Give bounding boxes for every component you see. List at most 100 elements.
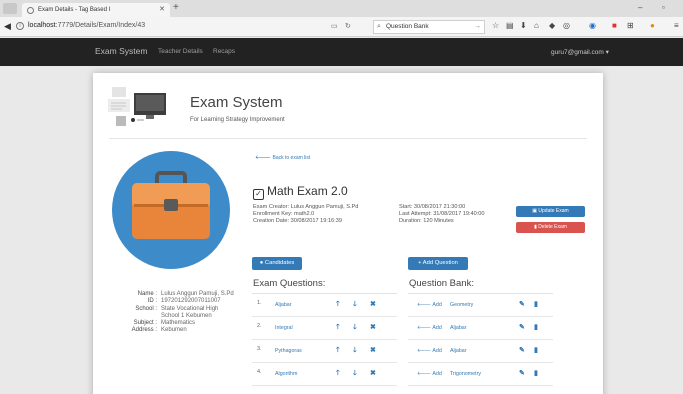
remove-icon[interactable]: ✖ bbox=[370, 369, 376, 377]
trash-icon[interactable]: ▮ bbox=[534, 369, 538, 377]
question-link[interactable]: Algorithm bbox=[275, 371, 297, 377]
extension-blue-icon[interactable]: ◉ bbox=[589, 21, 596, 30]
remove-icon[interactable]: ✖ bbox=[370, 323, 376, 331]
new-tab-icon[interactable]: + bbox=[173, 2, 179, 13]
edit-pencil-icon[interactable]: ✎ bbox=[519, 346, 525, 354]
exam-system-logo bbox=[108, 87, 166, 126]
site-info-icon[interactable]: i bbox=[16, 22, 24, 30]
question-link[interactable]: Pythagoras bbox=[275, 348, 302, 354]
url-field[interactable]: localhost:7779/Details/Exam/Index/43 bbox=[28, 22, 145, 29]
pocket-icon[interactable]: ◆ bbox=[549, 21, 555, 30]
question-bank-heading: Question Bank: bbox=[409, 278, 474, 289]
user-menu[interactable]: guru7@gmail.com ▾ bbox=[551, 48, 609, 56]
user-icon: ● bbox=[259, 260, 264, 266]
tab-close-icon[interactable]: ✕ bbox=[159, 3, 165, 17]
nav-link-recaps[interactable]: Recaps bbox=[213, 48, 235, 55]
exam-meta-right: Start: 30/08/2017 21:30:00 Last Attempt:… bbox=[399, 204, 485, 225]
extension-orange-icon[interactable]: ● bbox=[650, 21, 655, 30]
move-down-icon[interactable]: 🡓 bbox=[353, 346, 357, 357]
menu-icon[interactable]: ≡ bbox=[674, 21, 679, 30]
exam-title: ✓ Math Exam 2.0 bbox=[253, 184, 348, 200]
add-question-button[interactable]: + Add Question bbox=[408, 257, 468, 270]
download-icon[interactable]: ⬇ bbox=[520, 21, 527, 30]
list-item: 1. Aljabar 🡑 🡓 ✖ bbox=[252, 294, 397, 317]
list-item: 🡐 Add Aljabar ✎ ▮ bbox=[408, 317, 553, 340]
list-item: 4. Algorithm 🡑 🡓 ✖ bbox=[252, 363, 397, 386]
tab-title: Exam Details - Tag Based I bbox=[38, 7, 111, 13]
search-go-icon[interactable]: → bbox=[474, 21, 481, 33]
question-link[interactable]: Aljabar bbox=[275, 302, 292, 308]
question-link[interactable]: Integral bbox=[275, 325, 293, 331]
remove-icon[interactable]: ✖ bbox=[370, 300, 376, 308]
move-down-icon[interactable]: 🡓 bbox=[353, 323, 357, 334]
exam-meta-left: Exam Creator: Lulus Anggun Pamuji, S.Pd … bbox=[253, 204, 359, 225]
list-item: 2. Integral 🡑 🡓 ✖ bbox=[252, 317, 397, 340]
back-arrow-icon[interactable]: ◀ bbox=[4, 21, 11, 32]
remove-icon[interactable]: ✖ bbox=[370, 346, 376, 354]
tab-favicon-icon bbox=[27, 7, 34, 14]
add-to-exam-link[interactable]: 🡐 Add bbox=[417, 371, 442, 377]
list-item: 🡐 Add Trigonometry ✎ ▮ bbox=[408, 363, 553, 386]
bank-question-link[interactable]: Aljabar bbox=[450, 348, 467, 354]
browser-tab-bar: Exam Details - Tag Based I ✕ + – ▫ bbox=[0, 0, 683, 17]
back-to-exam-list-link[interactable]: 🡐 Back to exam list bbox=[255, 154, 310, 161]
edit-pencil-icon[interactable]: ✎ bbox=[519, 300, 525, 308]
edit-check-icon: ✓ bbox=[253, 189, 264, 200]
app-navbar: Exam System Teacher Details Recaps guru7… bbox=[0, 38, 683, 66]
extension-icon[interactable]: ◎ bbox=[563, 21, 570, 30]
edit-pencil-icon[interactable]: ✎ bbox=[519, 323, 525, 331]
move-up-icon[interactable]: 🡑 bbox=[336, 323, 340, 334]
exam-questions-heading: Exam Questions: bbox=[253, 278, 326, 289]
trash-icon[interactable]: ▮ bbox=[534, 323, 538, 331]
browser-menu-icon[interactable] bbox=[3, 3, 17, 14]
move-down-icon[interactable]: 🡓 bbox=[353, 300, 357, 311]
navbar-brand[interactable]: Exam System bbox=[95, 46, 147, 56]
exam-questions-list: 1. Aljabar 🡑 🡓 ✖ 2. Integral 🡑 🡓 ✖ 3. Py… bbox=[252, 293, 397, 394]
extension-red-icon[interactable]: ■ bbox=[612, 21, 617, 30]
trash-icon[interactable]: ▮ bbox=[534, 300, 538, 308]
browser-search-input[interactable]: ⌕ Question Bank → bbox=[373, 20, 485, 34]
minimize-icon[interactable]: – bbox=[638, 3, 642, 12]
add-to-exam-link[interactable]: 🡐 Add bbox=[417, 302, 442, 308]
save-icon: ▣ bbox=[532, 208, 538, 214]
list-item: 🡐 Add Geometry ✎ ▮ bbox=[408, 294, 553, 317]
edit-pencil-icon[interactable]: ✎ bbox=[519, 369, 525, 377]
reload-icon[interactable]: ↻ bbox=[345, 22, 351, 30]
extension-grid-icon[interactable]: ⊞ bbox=[627, 21, 634, 30]
move-down-icon[interactable]: 🡓 bbox=[353, 369, 357, 380]
briefcase-icon bbox=[132, 171, 210, 239]
bank-question-link[interactable]: Trigonometry bbox=[450, 371, 481, 377]
trash-icon[interactable]: ▮ bbox=[534, 346, 538, 354]
list-item bbox=[408, 386, 553, 394]
delete-exam-button[interactable]: ▮ Delete Exam bbox=[516, 222, 585, 233]
update-exam-button[interactable]: ▣ Update Exam bbox=[516, 206, 585, 217]
home-icon[interactable]: ⌂ bbox=[534, 21, 539, 30]
header-divider bbox=[109, 138, 587, 139]
list-item: 🡐 Add Aljabar ✎ ▮ bbox=[408, 340, 553, 363]
bank-question-link[interactable]: Geometry bbox=[450, 302, 473, 308]
avatar bbox=[112, 151, 230, 269]
search-icon: ⌕ bbox=[377, 23, 381, 30]
main-card: Exam System For Learning Strategy Improv… bbox=[93, 73, 603, 394]
add-to-exam-link[interactable]: 🡐 Add bbox=[417, 325, 442, 331]
list-item bbox=[252, 386, 397, 394]
list-item: 3. Pythagoras 🡑 🡓 ✖ bbox=[252, 340, 397, 363]
question-bank-list: 🡐 Add Geometry ✎ ▮ 🡐 Add Aljabar ✎ ▮ 🡐 A… bbox=[408, 293, 553, 394]
back-arrow-icon: 🡐 bbox=[255, 155, 272, 161]
bank-question-link[interactable]: Aljabar bbox=[450, 325, 467, 331]
address-bar: ◀ i localhost:7779/Details/Exam/Index/43… bbox=[0, 17, 683, 37]
move-up-icon[interactable]: 🡑 bbox=[336, 369, 340, 380]
trash-icon: ▮ bbox=[534, 224, 537, 230]
nav-link-teacher-details[interactable]: Teacher Details bbox=[158, 48, 203, 55]
maximize-icon[interactable]: ▫ bbox=[662, 3, 665, 12]
add-to-exam-link[interactable]: 🡐 Add bbox=[417, 348, 442, 354]
reader-view-icon[interactable]: ▭ bbox=[331, 22, 338, 30]
app-subtitle: For Learning Strategy Improvement bbox=[190, 117, 285, 123]
move-up-icon[interactable]: 🡑 bbox=[336, 346, 340, 357]
library-icon[interactable]: ▤ bbox=[506, 21, 514, 30]
app-title: Exam System bbox=[190, 94, 283, 111]
browser-tab[interactable]: Exam Details - Tag Based I ✕ bbox=[22, 3, 170, 17]
candidates-button[interactable]: ● Candidates bbox=[252, 257, 302, 270]
bookmark-star-icon[interactable]: ☆ bbox=[492, 21, 499, 30]
move-up-icon[interactable]: 🡑 bbox=[336, 300, 340, 311]
